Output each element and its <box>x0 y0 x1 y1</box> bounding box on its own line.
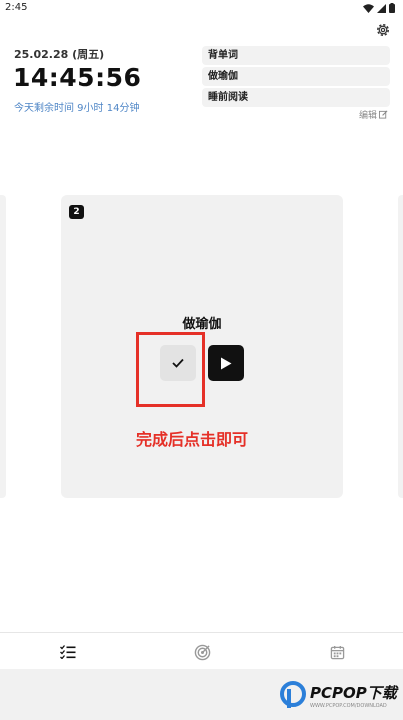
clock-text: 14:45:56 <box>13 63 142 92</box>
nav-calendar[interactable] <box>326 641 348 663</box>
target-icon <box>194 644 210 660</box>
watermark-subtitle: WWW.PCPOP.COM/DOWNLOAD <box>310 702 387 709</box>
edit-icon <box>379 110 388 119</box>
card-number-badge: 2 <box>69 205 84 219</box>
watermark-text: PCPOP下载 WWW.PCPOP.COM/DOWNLOAD <box>310 682 397 709</box>
task-item-vocabulary[interactable]: 背单词 <box>202 46 390 65</box>
edit-button[interactable]: 编辑 <box>359 108 388 121</box>
date-text: 25.02.28 (周五) <box>14 48 105 61</box>
status-bar: 2:45 <box>0 0 403 18</box>
task-list: 背单词 做瑜伽 睡前阅读 <box>202 46 390 109</box>
watermark: PCPOP下载 WWW.PCPOP.COM/DOWNLOAD <box>280 681 397 709</box>
wifi-icon <box>363 3 374 13</box>
battery-icon <box>389 3 395 13</box>
task-card: 2 做瑜伽 完成后点击即可 <box>61 195 343 498</box>
nav-goals[interactable] <box>191 641 213 663</box>
watermark-logo-icon <box>280 681 306 708</box>
highlight-box <box>136 332 205 407</box>
status-time: 2:45 <box>5 2 28 13</box>
play-icon <box>221 357 232 369</box>
play-button[interactable] <box>208 345 244 381</box>
calendar-icon <box>330 645 344 659</box>
task-item-yoga[interactable]: 做瑜伽 <box>202 67 390 86</box>
checklist-icon <box>60 645 76 659</box>
task-item-reading[interactable]: 睡前阅读 <box>202 88 390 107</box>
watermark-title: PCPOP下载 <box>310 683 397 702</box>
nav-tasks[interactable] <box>57 641 79 663</box>
status-icons <box>363 3 395 13</box>
card-title: 做瑜伽 <box>182 317 222 332</box>
signal-icon <box>377 3 386 13</box>
remaining-time-text: 今天剩余时间 9小时 14分钟 <box>14 103 140 114</box>
edit-label: 编辑 <box>359 111 378 121</box>
next-card-edge[interactable] <box>398 195 403 498</box>
settings-gear-icon[interactable] <box>374 21 392 39</box>
bottom-nav <box>0 632 403 670</box>
annotation-text: 完成后点击即可 <box>136 430 249 449</box>
prev-card-edge[interactable] <box>0 195 6 498</box>
